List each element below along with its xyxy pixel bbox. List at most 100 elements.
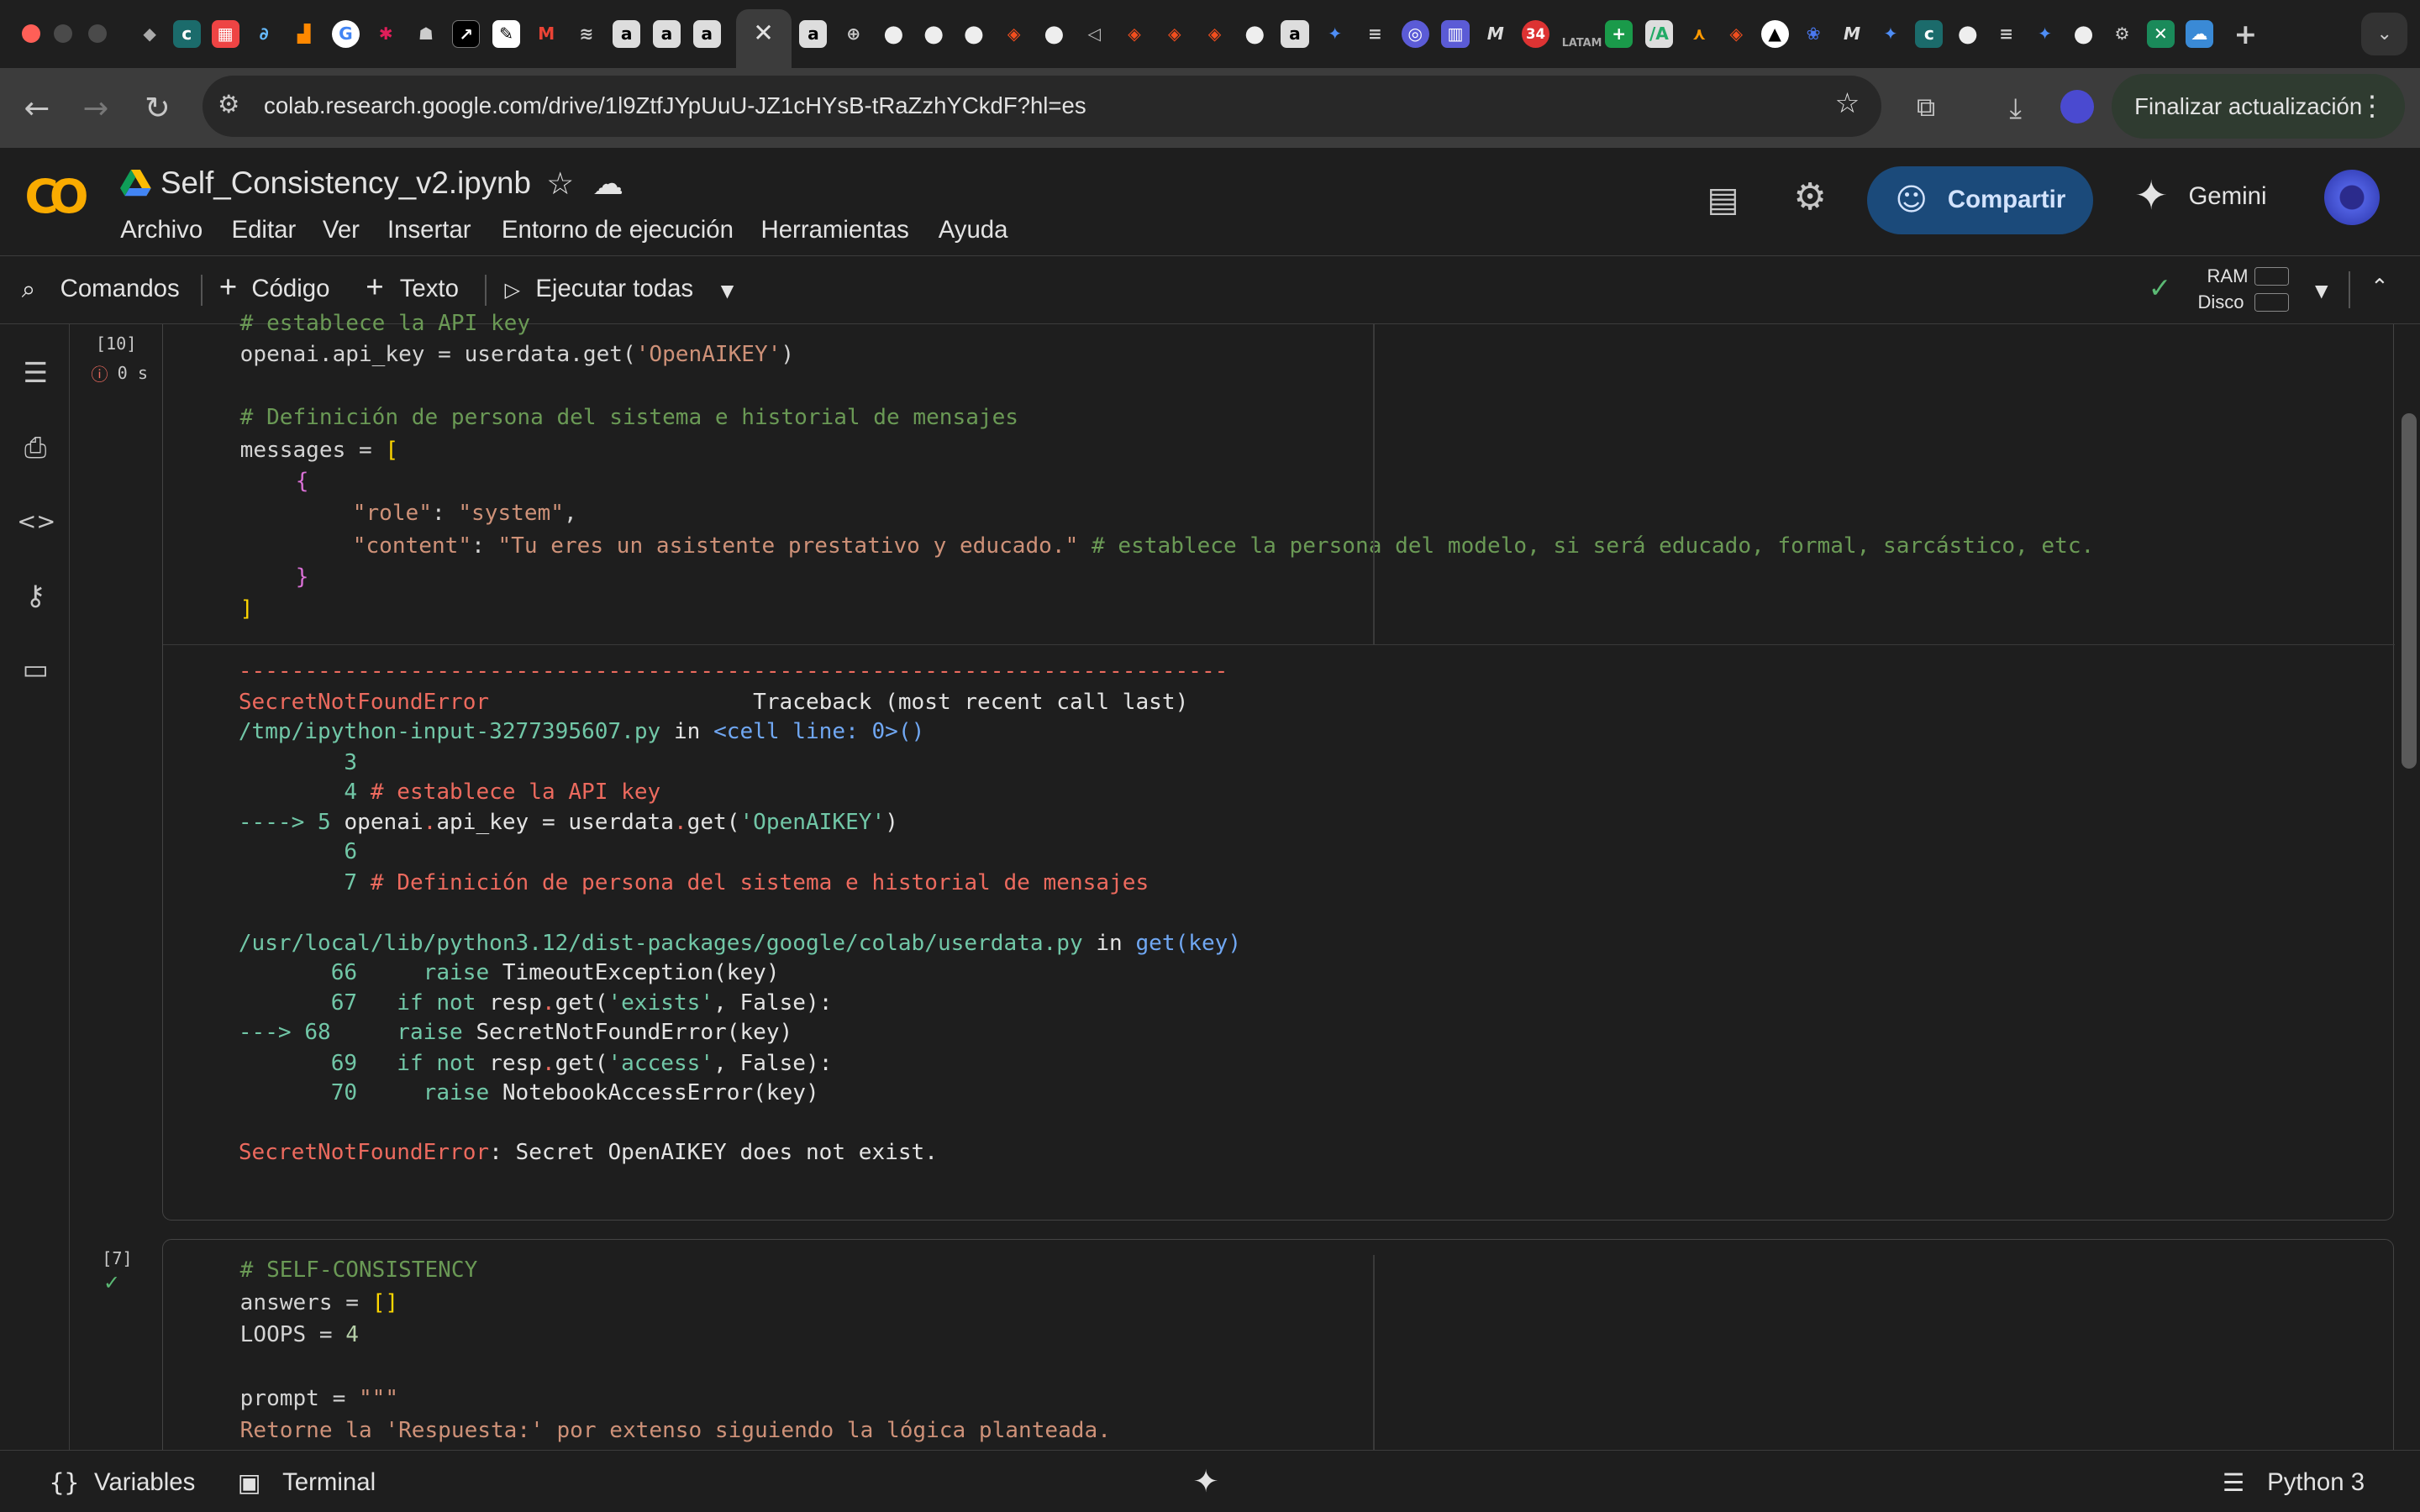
tab-favicon[interactable]: c [172, 19, 201, 48]
code-line[interactable]: # Definición de persona del sistema e hi… [240, 402, 1018, 433]
menu-editar[interactable]: Editar [232, 216, 297, 244]
tab-search-button[interactable]: ⌄ [2361, 12, 2408, 56]
tab-favicon[interactable]: a [799, 19, 828, 48]
download-icon[interactable]: ⤓ [1994, 87, 2037, 129]
notebook-title[interactable]: Self_Consistency_v2.ipynb [160, 165, 531, 201]
colab-logo[interactable]: CO [24, 170, 88, 223]
tab-favicon[interactable]: ▲ [1760, 19, 1789, 48]
runtime-dropdown-icon[interactable]: ▼ [2315, 281, 2328, 301]
tab-favicon[interactable]: a [652, 19, 681, 48]
figma-icon[interactable]: ◈ [1160, 20, 1188, 48]
tab-favicon[interactable]: ▦ [211, 19, 239, 48]
tab-favicon[interactable]: ⋏ [1686, 20, 1713, 48]
address-bar[interactable]: ⚙ colab.research.google.com/drive/1l9Ztf… [202, 75, 1881, 138]
commands-button[interactable]: Comandos [60, 275, 180, 303]
tab-favicon[interactable]: ◁ [1081, 20, 1108, 48]
minimize-window-button[interactable] [54, 24, 73, 44]
tab-badge[interactable]: 34 [1521, 19, 1550, 48]
code-cell[interactable]: # SELF-CONSISTENCY answers = [] LOOPS = … [161, 1238, 2394, 1472]
tab-favicon[interactable]: ≡ [1992, 20, 2020, 48]
tab-favicon[interactable]: ❀ [1800, 20, 1828, 48]
add-code-button[interactable]: Código [251, 275, 329, 303]
tab-favicon[interactable]: ⊕ [839, 20, 867, 48]
search-icon[interactable]: ⌕ [22, 275, 35, 304]
gemini-sparkle-icon[interactable]: ✦ [1193, 1463, 1219, 1499]
scrollbar-thumb[interactable] [2401, 413, 2417, 769]
maximize-window-button[interactable] [87, 24, 107, 44]
collapse-icon[interactable]: ⌃ [2370, 275, 2389, 300]
tab-favicon[interactable]: a [692, 19, 721, 48]
new-tab-button[interactable]: + [2232, 20, 2260, 48]
code-line[interactable]: openai.api_key = userdata.get('OpenAIKEY… [240, 339, 794, 370]
run-all-button[interactable]: Ejecutar todas [535, 275, 693, 303]
settings-gear-icon[interactable]: ⚙ [1793, 176, 1827, 218]
tab-favicon[interactable]: ≡ [1361, 20, 1389, 48]
code-editor[interactable]: # establece la API key openai.api_key = … [162, 311, 2395, 645]
url-text[interactable]: colab.research.google.com/drive/1l9ZtfJY… [264, 92, 1086, 119]
back-icon[interactable]: ← [15, 87, 58, 129]
cloud-saved-icon[interactable]: ☁ [592, 165, 623, 202]
close-tab-icon[interactable]: ✕ [753, 18, 774, 47]
star-icon[interactable]: ☆ [546, 165, 574, 202]
add-text-button[interactable]: Texto [400, 275, 459, 303]
menu-ver[interactable]: Ver [323, 216, 360, 244]
account-avatar[interactable] [2324, 170, 2381, 226]
tab-favicon[interactable]: ✱ [372, 20, 400, 48]
tab-favicon[interactable]: M [1481, 20, 1509, 48]
find-icon[interactable]: ⎙ [17, 429, 54, 466]
github-icon[interactable]: ● [960, 20, 987, 48]
latam-tab-label[interactable]: LATAM [1562, 20, 1602, 50]
figma-icon[interactable]: ◈ [1201, 20, 1228, 48]
code-line[interactable]: messages = [ [240, 435, 398, 466]
github-icon[interactable]: ● [920, 20, 948, 48]
code-line[interactable]: } [296, 562, 309, 593]
code-cell[interactable]: # establece la API key openai.api_key = … [161, 311, 2395, 1221]
gear-icon[interactable]: ⚙ [2108, 20, 2136, 48]
share-button[interactable]: ☺ Compartir [1867, 166, 2093, 235]
add-text-icon[interactable]: + [366, 270, 383, 305]
figma-icon[interactable]: ◈ [1120, 20, 1148, 48]
code-line[interactable]: "role": "system", [353, 498, 577, 529]
tab-favicon[interactable]: ◆ [136, 20, 164, 48]
runtime-label[interactable]: Python 3 [2267, 1468, 2365, 1497]
github-icon[interactable]: ● [1040, 20, 1068, 48]
tab-favicon[interactable]: ▟ [290, 20, 318, 48]
gemini-label[interactable]: Gemini [2188, 182, 2266, 211]
figma-icon[interactable]: ◈ [1000, 20, 1028, 48]
tab-favicon[interactable]: ◎ [1401, 19, 1429, 48]
github-icon[interactable]: ● [880, 20, 908, 48]
code-line[interactable]: "content": "Tu eres un asistente prestat… [353, 531, 2094, 562]
menu-insertar[interactable]: Insertar [387, 216, 471, 244]
figma-icon[interactable]: ◈ [1723, 20, 1750, 48]
profile-avatar[interactable] [2060, 89, 2095, 123]
finish-update-button[interactable]: Finalizar actualización ⋮ [2111, 74, 2405, 139]
terminal-button[interactable]: Terminal [282, 1468, 376, 1497]
terminal-icon[interactable]: ▣ [238, 1468, 261, 1497]
code-line[interactable]: answers = [] [240, 1288, 398, 1319]
tab-favicon[interactable]: ☗ [412, 20, 439, 48]
code-line[interactable]: Retorne la 'Respuesta:' por extenso sigu… [240, 1415, 1111, 1446]
active-tab[interactable]: ✕ [736, 9, 792, 68]
tab-favicon[interactable]: ≋ [572, 20, 600, 48]
bookmark-star-icon[interactable]: ☆ [1835, 87, 1860, 119]
secrets-key-icon[interactable]: ⚷ [17, 577, 54, 614]
tab-favicon[interactable]: ✎ [492, 19, 520, 48]
variables-icon[interactable]: {} [50, 1468, 79, 1497]
tab-favicon[interactable]: ▥ [1441, 19, 1470, 48]
code-line[interactable]: # SELF-CONSISTENCY [240, 1255, 478, 1286]
play-icon[interactable]: ▷ [505, 278, 520, 302]
run-all-dropdown-icon[interactable]: ▼ [721, 281, 734, 301]
close-window-button[interactable] [21, 24, 40, 44]
more-menu-icon[interactable]: ⋮ [2358, 74, 2386, 139]
variables-button[interactable]: Variables [94, 1468, 195, 1497]
reload-icon[interactable]: ↻ [136, 87, 179, 129]
menu-archivo[interactable]: Archivo [120, 216, 203, 244]
gemini-tab-icon[interactable]: ✦ [1876, 20, 1904, 48]
menu-entorno[interactable]: Entorno de ejecución [502, 216, 734, 244]
ram-meter[interactable] [2254, 266, 2289, 286]
tab-favicon[interactable]: ∂ [250, 20, 278, 48]
runtime-icon[interactable]: ☰ [2223, 1468, 2244, 1497]
code-line[interactable]: { [296, 466, 309, 497]
table-of-contents-icon[interactable]: ☰ [17, 354, 54, 391]
code-snippets-icon[interactable]: <> [17, 503, 55, 540]
